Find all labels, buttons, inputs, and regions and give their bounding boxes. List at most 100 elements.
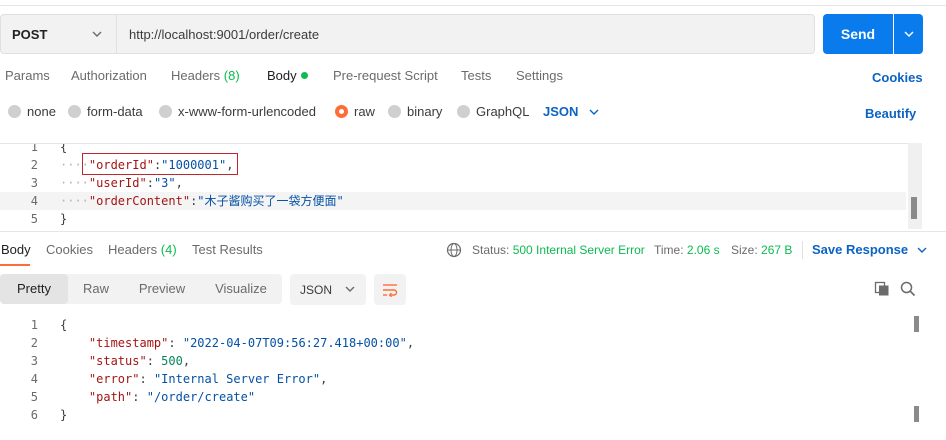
resp-tab-test-results[interactable]: Test Results: [192, 242, 263, 257]
json-key: "orderContent": [88, 194, 191, 208]
body-format-label: JSON: [543, 104, 579, 119]
response-time[interactable]: Time: 2.06 s: [654, 243, 720, 257]
body-format-select[interactable]: JSON: [543, 104, 600, 119]
radio-graphql-label: GraphQL: [476, 104, 530, 119]
radio-urlencoded[interactable]: x-www-form-urlencoded: [159, 104, 316, 119]
tab-tests[interactable]: Tests: [461, 68, 491, 83]
tab-authorization[interactable]: Authorization: [71, 68, 147, 83]
code-text: "status": 500,: [88, 354, 191, 368]
tab-headers[interactable]: Headers (8): [171, 68, 240, 83]
scrollbar-thumb[interactable]: [914, 316, 919, 332]
code-text: {: [60, 143, 68, 154]
radio-raw-label: raw: [354, 104, 375, 119]
json-key: "error": [88, 372, 140, 386]
resp-tab-headers[interactable]: Headers (4): [108, 242, 177, 257]
wrap-lines-icon: [383, 283, 398, 297]
line-number: 1: [30, 318, 38, 332]
json-punct: ,: [406, 336, 415, 350]
code-text: "path": "/order/create": [88, 390, 256, 404]
response-scrollbar[interactable]: [912, 316, 922, 440]
search-icon[interactable]: [900, 281, 916, 297]
url-input[interactable]: http://localhost:9001/order/create: [116, 14, 815, 54]
line-number: 2: [30, 158, 38, 172]
annotation-highlight-box: [82, 153, 238, 175]
send-button[interactable]: Send: [823, 14, 893, 54]
request-editor-scrollbar[interactable]: [908, 143, 922, 229]
view-visualize[interactable]: Visualize: [200, 274, 282, 304]
line-number: 4: [30, 194, 38, 208]
radio-binary[interactable]: binary: [388, 104, 442, 119]
chevron-down-icon: [903, 31, 914, 38]
json-value: "木子酱购买了一袋方便面": [197, 194, 344, 208]
copy-icon[interactable]: [874, 281, 890, 297]
cookies-link[interactable]: Cookies: [872, 70, 923, 85]
code-text: "timestamp": "2022-04-07T09:56:27.418+00…: [88, 336, 415, 350]
radio-none[interactable]: none: [8, 104, 56, 119]
editor-line: 2 "timestamp": "2022-04-07T09:56:27.418+…: [0, 334, 906, 352]
code-text: }: [60, 408, 68, 422]
response-size[interactable]: Size: 267 B: [731, 243, 792, 257]
resp-tab-headers-label: Headers: [108, 242, 158, 257]
active-tab-underline: [0, 264, 30, 266]
radio-circle-selected: [335, 105, 348, 118]
resp-tab-body[interactable]: Body: [1, 242, 31, 257]
tab-prerequest-script[interactable]: Pre-request Script: [333, 68, 438, 83]
tab-body[interactable]: Body: [267, 68, 308, 83]
response-status[interactable]: Status: 500 Internal Server Error: [472, 243, 645, 257]
json-key: "status": [88, 354, 147, 368]
editor-line: 6 }: [0, 406, 906, 424]
view-preview[interactable]: Preview: [124, 274, 200, 304]
time-value: 2.06 s: [686, 243, 720, 257]
wrap-lines-button[interactable]: [374, 274, 406, 305]
chevron-down-icon: [589, 109, 599, 115]
code-text: "error": "Internal Server Error",: [88, 372, 328, 386]
resp-tab-cookies[interactable]: Cookies: [46, 242, 93, 257]
view-pretty[interactable]: Pretty: [0, 274, 68, 304]
radio-form-data-label: form-data: [87, 104, 143, 119]
resp-headers-count: (4): [160, 242, 177, 257]
editor-line: 4 "error": "Internal Server Error",: [0, 370, 906, 388]
globe-icon[interactable]: [446, 242, 462, 258]
json-key: "userId": [88, 176, 147, 190]
radio-graphql[interactable]: GraphQL: [457, 104, 529, 119]
tab-body-label: Body: [267, 68, 297, 83]
view-raw[interactable]: Raw: [68, 274, 124, 304]
radio-circle: [388, 105, 401, 118]
radio-urlencoded-label: x-www-form-urlencoded: [178, 104, 316, 119]
radio-circle: [8, 105, 21, 118]
line-number: 1: [30, 143, 38, 154]
json-value: "3": [153, 176, 176, 190]
status-divider: [802, 241, 803, 259]
method-select[interactable]: POST: [0, 14, 116, 54]
response-format-select[interactable]: JSON: [290, 274, 366, 305]
line-number: 5: [30, 212, 38, 226]
code-text: ····"orderContent":"木子酱购买了一袋方便面": [60, 194, 344, 208]
top-divider: [0, 0, 946, 6]
json-value: "2022-04-07T09:56:27.418+00:00": [182, 336, 407, 350]
url-text: http://localhost:9001/order/create: [129, 26, 320, 42]
json-key: "timestamp": [88, 336, 169, 350]
radio-form-data[interactable]: form-data: [68, 104, 143, 119]
radio-circle: [68, 105, 81, 118]
size-label: Size:: [731, 243, 758, 257]
line-number: 3: [30, 354, 38, 368]
beautify-link[interactable]: Beautify: [865, 106, 916, 121]
scrollbar-thumb[interactable]: [911, 197, 917, 219]
json-value: "/order/create": [146, 390, 256, 404]
send-options-button[interactable]: [894, 14, 923, 54]
tab-params[interactable]: Params: [5, 68, 50, 83]
radio-circle: [159, 105, 172, 118]
radio-raw[interactable]: raw: [335, 104, 375, 119]
response-body-viewer[interactable]: 1 { 2 "timestamp": "2022-04-07T09:56:27.…: [0, 316, 920, 440]
scrollbar-thumb[interactable]: [914, 406, 919, 422]
response-format-label: JSON: [300, 282, 333, 297]
editor-line: 3 ····"userId":"3",: [0, 174, 906, 192]
json-punct: ,: [182, 354, 191, 368]
editor-line: 1 {: [0, 316, 906, 334]
save-response-button[interactable]: Save Response: [812, 242, 928, 257]
size-value: 267 B: [761, 243, 793, 257]
line-number: 6: [30, 408, 38, 422]
chevron-down-icon: [92, 31, 102, 37]
editor-line: 5 }: [0, 210, 906, 228]
tab-settings[interactable]: Settings: [516, 68, 563, 83]
